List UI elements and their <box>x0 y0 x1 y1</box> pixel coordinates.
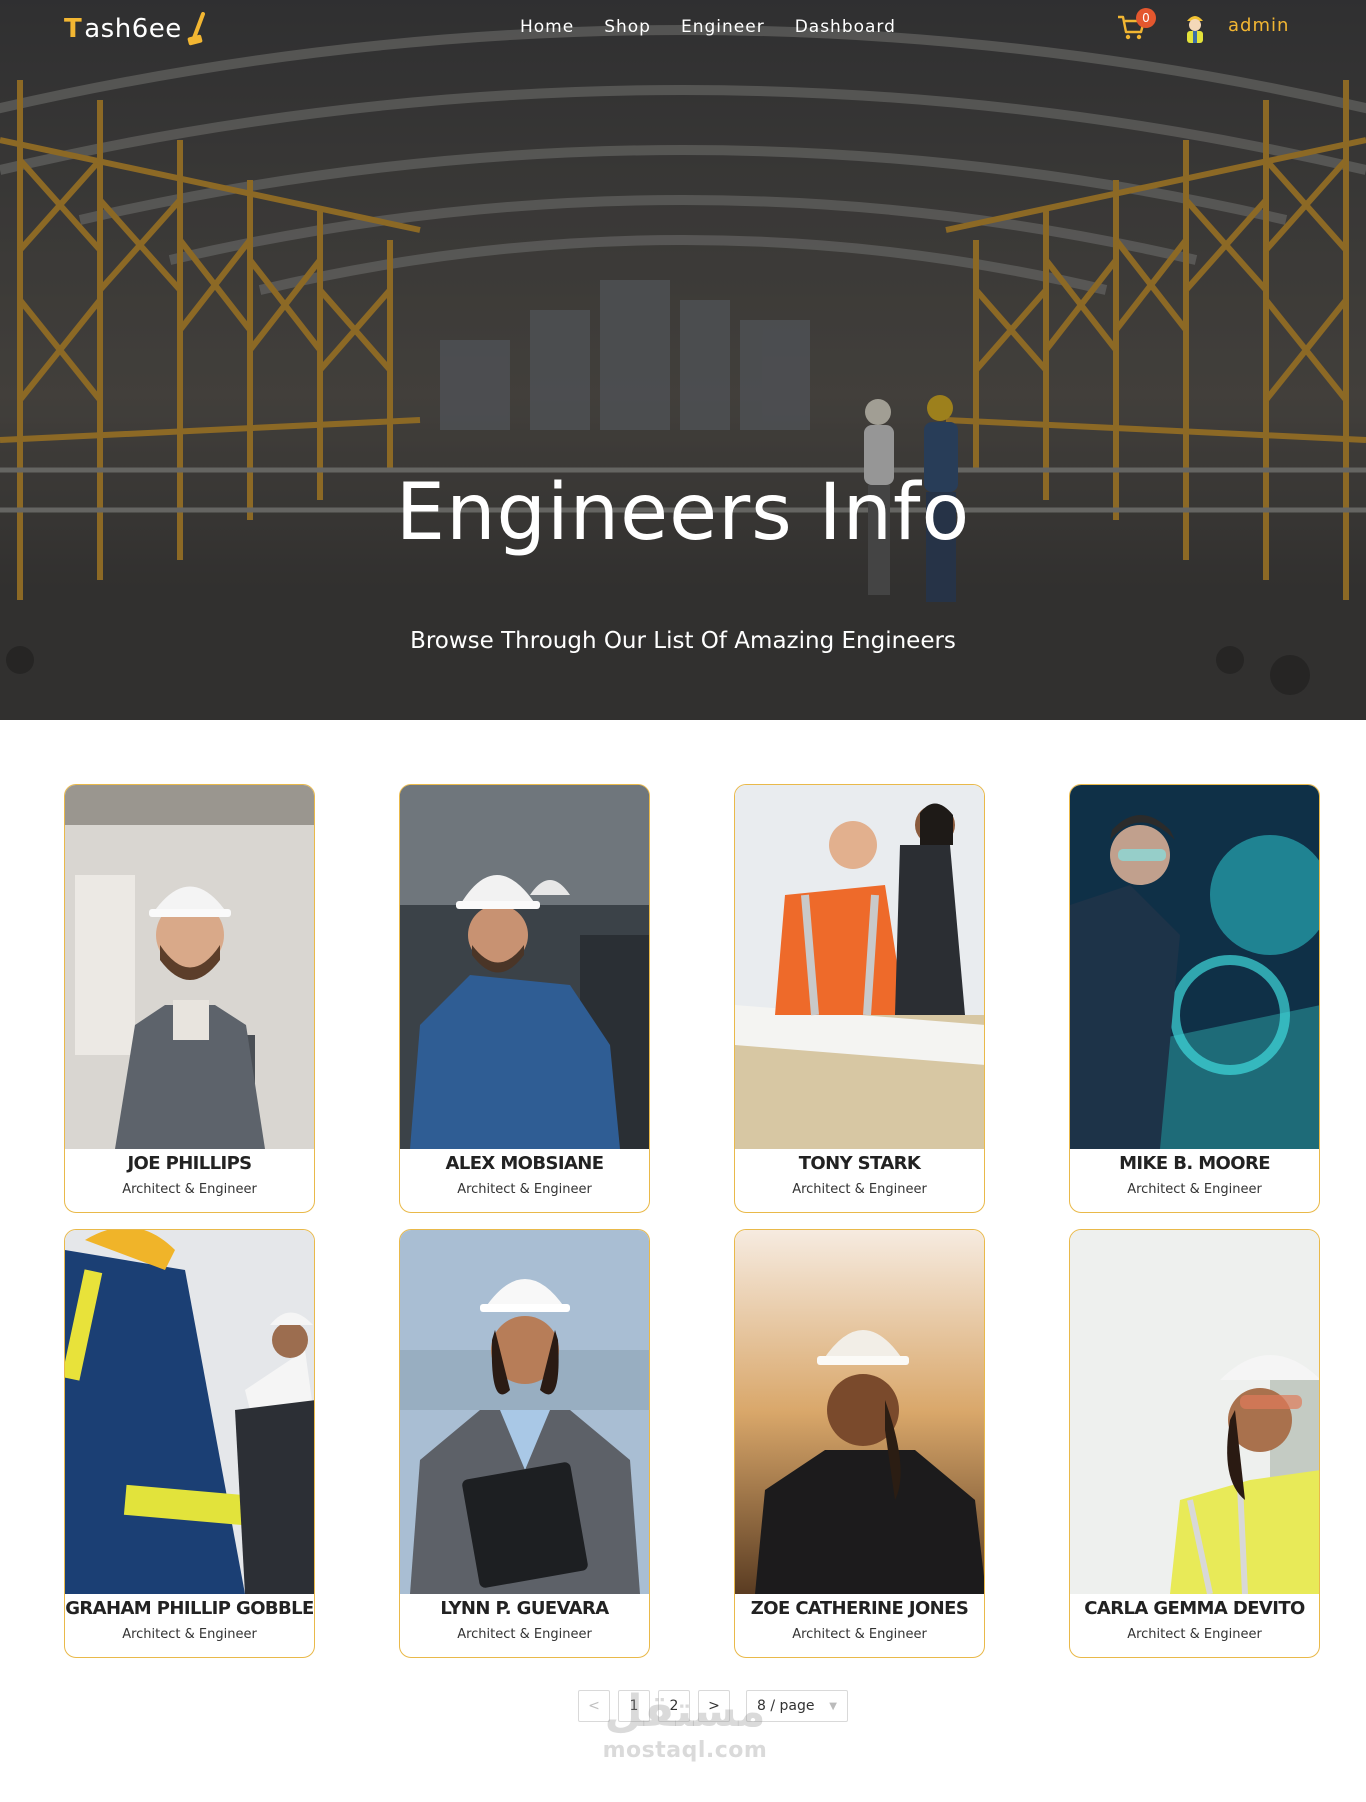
hammer-icon <box>187 12 205 46</box>
engineer-photo <box>1070 1230 1319 1594</box>
nav-dashboard-link[interactable]: Dashboard <box>795 17 896 37</box>
engineer-name: ALEX MOBSIANE <box>445 1153 605 1174</box>
engineer-role: Architect & Engineer <box>122 1182 257 1197</box>
hero-overlay <box>0 0 1366 720</box>
nav-shop-link[interactable]: Shop <box>604 17 651 37</box>
engineer-photo <box>400 1230 649 1594</box>
worker-avatar-icon[interactable] <box>1180 10 1210 44</box>
engineer-name: GRAHAM PHILLIP GOBBLE <box>65 1598 314 1619</box>
main-menu: Home Shop Engineer Dashboard <box>520 17 896 37</box>
engineer-card[interactable]: ZOE CATHERINE JONES Architect & Engineer <box>734 1229 985 1658</box>
user-name-link[interactable]: admin <box>1228 15 1289 36</box>
brand-logo[interactable]: Tash6ee <box>64 12 210 46</box>
engineer-role: Architect & Engineer <box>122 1627 257 1642</box>
chevron-down-icon: ▼ <box>829 1700 837 1712</box>
engineer-role: Architect & Engineer <box>457 1627 592 1642</box>
engineer-name: JOE PHILLIPS <box>127 1153 252 1174</box>
engineer-name: LYNN P. GUEVARA <box>440 1598 609 1619</box>
engineers-grid: JOE PHILLIPS Architect & Engineer ALEX M… <box>64 784 1322 1658</box>
engineer-card[interactable]: MIKE B. MOORE Architect & Engineer <box>1069 784 1320 1213</box>
engineer-photo <box>1070 785 1319 1149</box>
engineer-photo <box>400 785 649 1149</box>
engineer-card[interactable]: ALEX MOBSIANE Architect & Engineer <box>399 784 650 1213</box>
page-subtitle: Browse Through Our List Of Amazing Engin… <box>410 628 956 654</box>
page-title: Engineers Info <box>395 468 971 558</box>
engineer-name: ZOE CATHERINE JONES <box>750 1598 969 1619</box>
engineer-role: Architect & Engineer <box>1127 1182 1262 1197</box>
cart-count-badge: 0 <box>1136 8 1156 28</box>
engineer-card[interactable]: CARLA GEMMA DEVITO Architect & Engineer <box>1069 1229 1320 1658</box>
watermark-arabic: مستقل <box>604 1686 766 1737</box>
engineer-name: MIKE B. MOORE <box>1119 1153 1270 1174</box>
engineer-photo <box>65 785 314 1149</box>
engineer-name: CARLA GEMMA DEVITO <box>1084 1598 1305 1619</box>
brand-name: ash6ee <box>84 14 182 44</box>
engineer-card[interactable]: JOE PHILLIPS Architect & Engineer <box>64 784 315 1213</box>
engineer-role: Architect & Engineer <box>457 1182 592 1197</box>
engineer-card[interactable]: GRAHAM PHILLIP GOBBLE Architect & Engine… <box>64 1229 315 1658</box>
top-navbar: Tash6ee Home Shop Engineer Dashboard 0 a… <box>0 0 1366 60</box>
engineer-photo <box>735 785 984 1149</box>
engineer-role: Architect & Engineer <box>792 1182 927 1197</box>
hero-banner: Tash6ee Home Shop Engineer Dashboard 0 a… <box>0 0 1366 720</box>
engineer-card[interactable]: TONY STARK Architect & Engineer <box>734 784 985 1213</box>
engineer-role: Architect & Engineer <box>792 1627 927 1642</box>
engineer-photo <box>735 1230 984 1594</box>
engineer-card[interactable]: LYNN P. GUEVARA Architect & Engineer <box>399 1229 650 1658</box>
nav-engineer-link[interactable]: Engineer <box>681 17 765 37</box>
watermark: مستقل mostaql.com <box>600 1686 770 1764</box>
engineer-role: Architect & Engineer <box>1127 1627 1262 1642</box>
watermark-latin: mostaql.com <box>602 1738 768 1763</box>
brand-initial: T <box>64 14 83 44</box>
engineer-name: TONY STARK <box>798 1153 921 1174</box>
nav-home-link[interactable]: Home <box>520 17 574 37</box>
engineer-photo <box>65 1230 314 1594</box>
cart-button[interactable]: 0 <box>1116 8 1156 48</box>
